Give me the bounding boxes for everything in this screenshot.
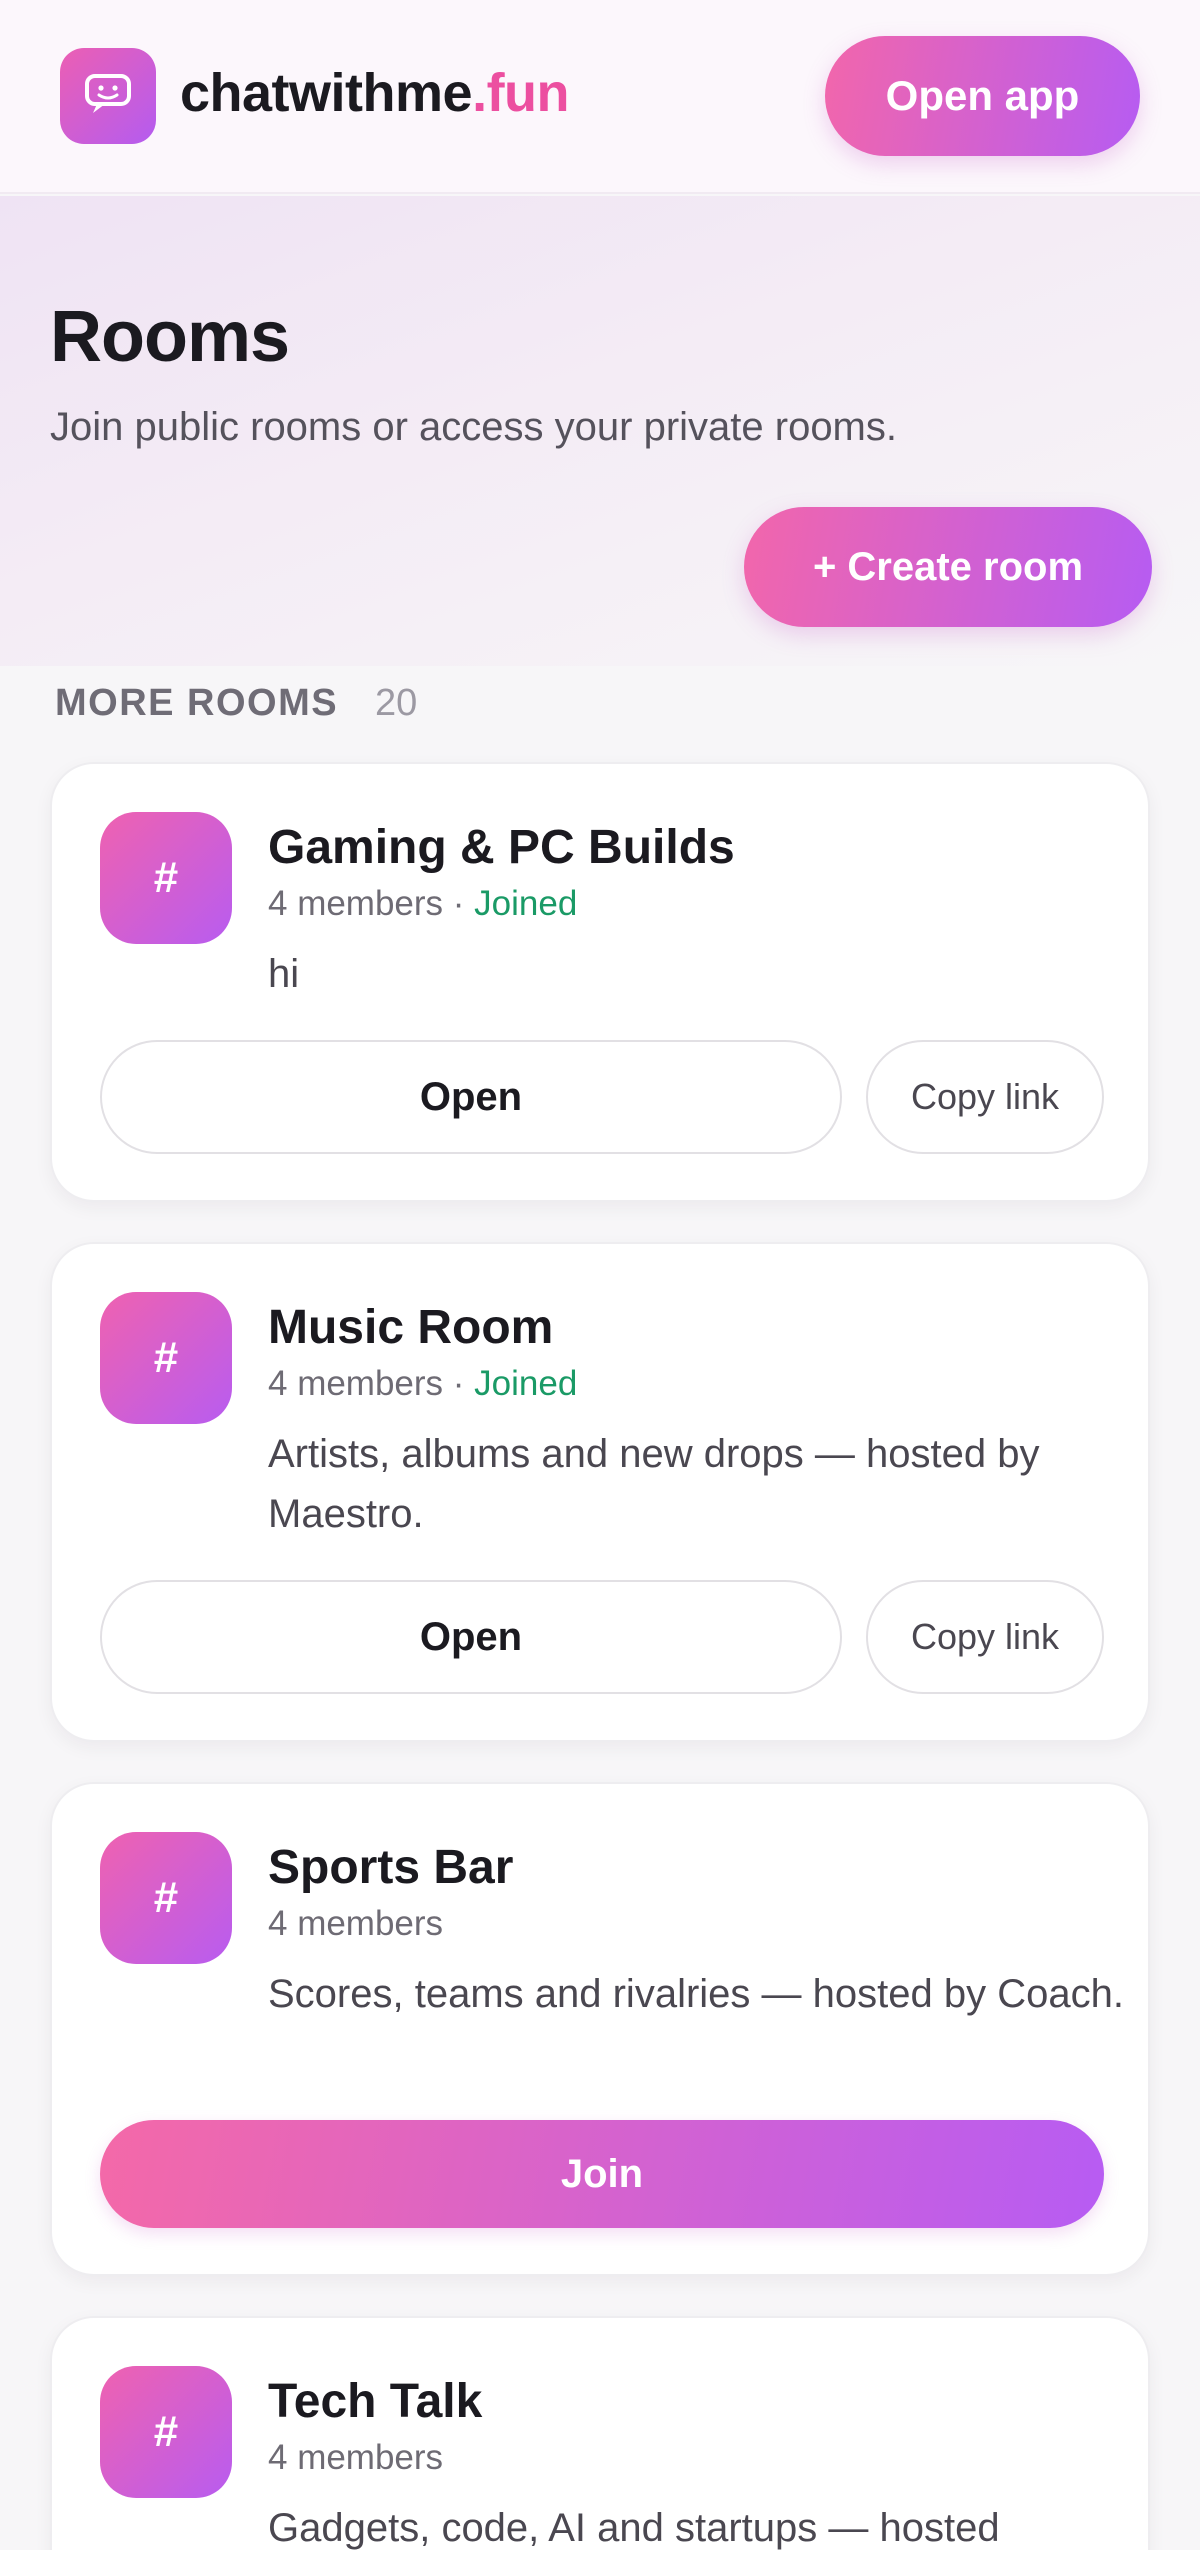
joined-status: Joined (474, 884, 578, 923)
room-card-gaming: # Gaming & PC Builds 4 members · Joined … (50, 762, 1150, 1202)
page-title: Rooms (50, 297, 290, 377)
section-label: MORE ROOMS (55, 682, 339, 724)
room-meta: 4 members (268, 2438, 443, 2478)
room-name: Sports Bar (268, 1841, 514, 1894)
room-description: Gadgets, code, AI and startups — hosted (268, 2506, 1000, 2550)
room-description: Scores, teams and rivalries — hosted by … (268, 1972, 1124, 2016)
brand-name[interactable]: chatwithme.fun (180, 62, 570, 124)
meta-separator: · (443, 1364, 475, 1403)
room-name: Music Room (268, 1301, 554, 1354)
room-card-sports: # Sports Bar 4 members Scores, teams and… (50, 1782, 1150, 2276)
room-meta: 4 members · Joined (268, 1364, 577, 1404)
open-room-button[interactable]: Open (100, 1040, 842, 1154)
copy-link-button[interactable]: Copy link (866, 1040, 1104, 1154)
brand-accent: .fun (472, 63, 570, 123)
room-card-music: # Music Room 4 members · Joined Artists,… (50, 1242, 1150, 1742)
room-description: hi (268, 952, 300, 996)
member-count: 4 members (268, 2438, 444, 2477)
room-name: Tech Talk (268, 2375, 483, 2428)
member-count: 4 members (268, 884, 444, 923)
copy-link-button[interactable]: Copy link (866, 1580, 1104, 1694)
open-app-button[interactable]: Open app (825, 36, 1140, 156)
top-bar: chatwithme.fun Open app (0, 0, 1200, 194)
room-meta: 4 members · Joined (268, 884, 577, 924)
hash-icon: # (100, 1832, 232, 1964)
joined-status: Joined (474, 1364, 578, 1403)
hash-icon: # (100, 1292, 232, 1424)
chat-bubble-smile-icon (83, 72, 133, 121)
room-meta: 4 members (268, 1904, 443, 1944)
hash-icon: # (100, 2366, 232, 2498)
open-room-button[interactable]: Open (100, 1580, 842, 1694)
create-room-button[interactable]: + Create room (744, 507, 1152, 627)
room-description: Artists, albums and new drops — hosted b… (268, 1432, 1040, 1536)
member-count: 4 members (268, 1364, 444, 1403)
room-name: Gaming & PC Builds (268, 821, 735, 874)
member-count: 4 members (268, 1904, 444, 1943)
meta-separator: · (443, 884, 475, 923)
section-count: 20 (375, 682, 418, 724)
page-subtitle: Join public rooms or access your private… (50, 405, 897, 449)
brand-main: chatwithme (180, 63, 473, 123)
logo[interactable] (60, 48, 156, 144)
hash-icon: # (100, 812, 232, 944)
join-room-button[interactable]: Join (100, 2120, 1104, 2228)
room-card-tech: # Tech Talk 4 members Gadgets, code, AI … (50, 2316, 1150, 2550)
